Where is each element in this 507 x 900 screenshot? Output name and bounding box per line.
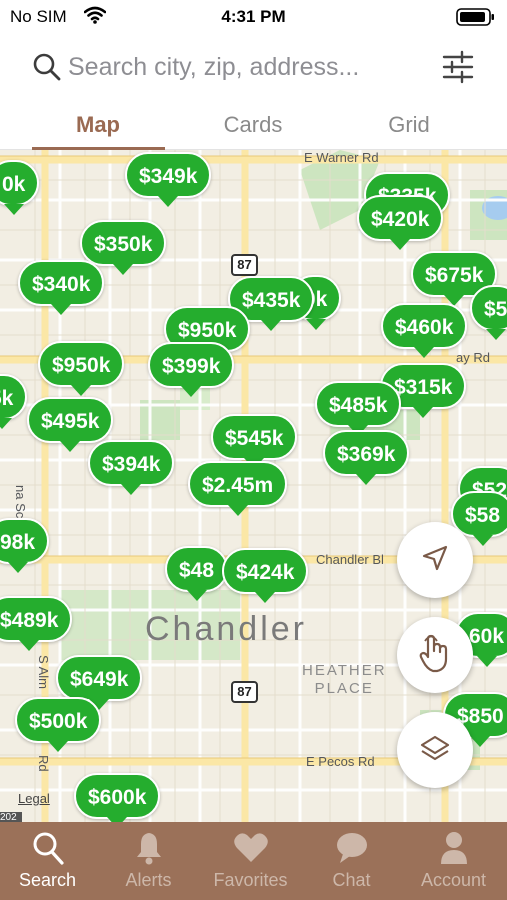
street-label-ray: ay Rd — [456, 350, 490, 365]
listing-price-pin[interactable]: $489k — [0, 596, 73, 651]
street-label-chandler-blvd: Chandler Bl — [316, 552, 384, 567]
clock: 4:31 PM — [221, 7, 286, 26]
account-icon — [403, 830, 504, 866]
nav-alerts[interactable]: Alerts — [98, 822, 199, 900]
area-label-line1: HEATHER — [302, 662, 387, 679]
listing-price-pin[interactable]: $649k — [56, 655, 143, 710]
nav-account-label: Account — [420, 870, 487, 890]
listing-price-pin[interactable]: $340k — [18, 260, 105, 315]
listing-price-pin[interactable]: $420k — [357, 195, 444, 250]
listing-price-pin[interactable]: $424k — [222, 548, 309, 603]
tab-map[interactable]: Map — [23, 112, 173, 138]
bottom-tab-bar: Search Alerts Favorites Chat Account — [0, 822, 507, 900]
area-label-line2: PLACE — [314, 680, 374, 697]
street-label-alma: S Alm — [36, 655, 51, 689]
chat-icon — [301, 830, 402, 866]
nav-chat[interactable]: Chat — [301, 822, 402, 900]
listing-price-pin[interactable]: $48 — [165, 546, 229, 601]
listing-price-pin[interactable]: $460k — [381, 303, 468, 358]
map-layers-button[interactable] — [397, 712, 473, 788]
listing-price-pin[interactable]: $394k — [88, 440, 175, 495]
city-label: Chandler — [145, 610, 307, 648]
status-bar: No SIM 4:31 PM — [0, 0, 507, 34]
listing-price-pin[interactable]: $600k — [74, 773, 161, 822]
locate-me-button[interactable] — [397, 522, 473, 598]
app-screen: No SIM 4:31 PM Search city, zip, address… — [0, 0, 507, 900]
bell-icon — [98, 830, 199, 866]
listing-price-pin[interactable]: $2.45m — [188, 461, 288, 516]
street-label-rd: Rd — [36, 755, 51, 772]
search-icon — [0, 830, 98, 866]
route-shield: 87 — [231, 254, 258, 276]
draw-search-button[interactable] — [397, 617, 473, 693]
listing-price-pin[interactable]: $485k — [315, 381, 402, 436]
listing-price-pin[interactable]: $500k — [15, 697, 102, 752]
location-arrow-icon — [420, 543, 450, 578]
listing-price-pin[interactable]: $349k — [125, 152, 212, 207]
map-view[interactable]: E Warner Rd ay Rd Chandler Bl E Pecos Rd… — [0, 150, 507, 822]
nav-alerts-label: Alerts — [125, 870, 172, 890]
tab-grid[interactable]: Grid — [334, 112, 484, 138]
listing-price-pin[interactable]: $399k — [148, 342, 235, 397]
listing-price-pin[interactable]: $495k — [27, 397, 114, 452]
area-label: HEATHER PLACE — [302, 662, 387, 698]
map-edge-label: 202 — [0, 812, 17, 822]
street-label-warner: E Warner Rd — [304, 150, 379, 165]
route-shield: 87 — [231, 681, 258, 703]
filter-sliders-icon[interactable] — [440, 48, 476, 91]
search-input[interactable] — [68, 48, 428, 86]
heart-icon — [200, 830, 301, 866]
nav-chat-label: Chat — [332, 870, 371, 890]
listing-price-pin[interactable]: $369k — [323, 430, 410, 485]
search-icon — [32, 52, 62, 87]
listing-price-pin[interactable]: $950k — [38, 341, 125, 396]
listing-price-pin[interactable]: 98k — [0, 518, 50, 573]
layers-icon — [419, 733, 451, 768]
street-label-pecos: E Pecos Rd — [306, 754, 375, 769]
nav-favorites[interactable]: Favorites — [200, 822, 301, 900]
tab-cards[interactable]: Cards — [178, 112, 328, 138]
listing-price-pin[interactable]: $350k — [80, 220, 167, 275]
legal-link[interactable]: Legal — [18, 791, 50, 806]
listing-price-pin[interactable]: $545k — [211, 414, 298, 469]
nav-account[interactable]: Account — [403, 822, 504, 900]
search-bar — [0, 40, 507, 96]
nav-favorites-label: Favorites — [213, 870, 288, 890]
nav-search-label: Search — [18, 870, 77, 890]
battery-icon — [456, 8, 496, 31]
nav-search[interactable]: Search — [0, 822, 98, 900]
view-tabs: Map Cards Grid — [0, 104, 507, 150]
hand-pointer-icon — [415, 631, 455, 680]
